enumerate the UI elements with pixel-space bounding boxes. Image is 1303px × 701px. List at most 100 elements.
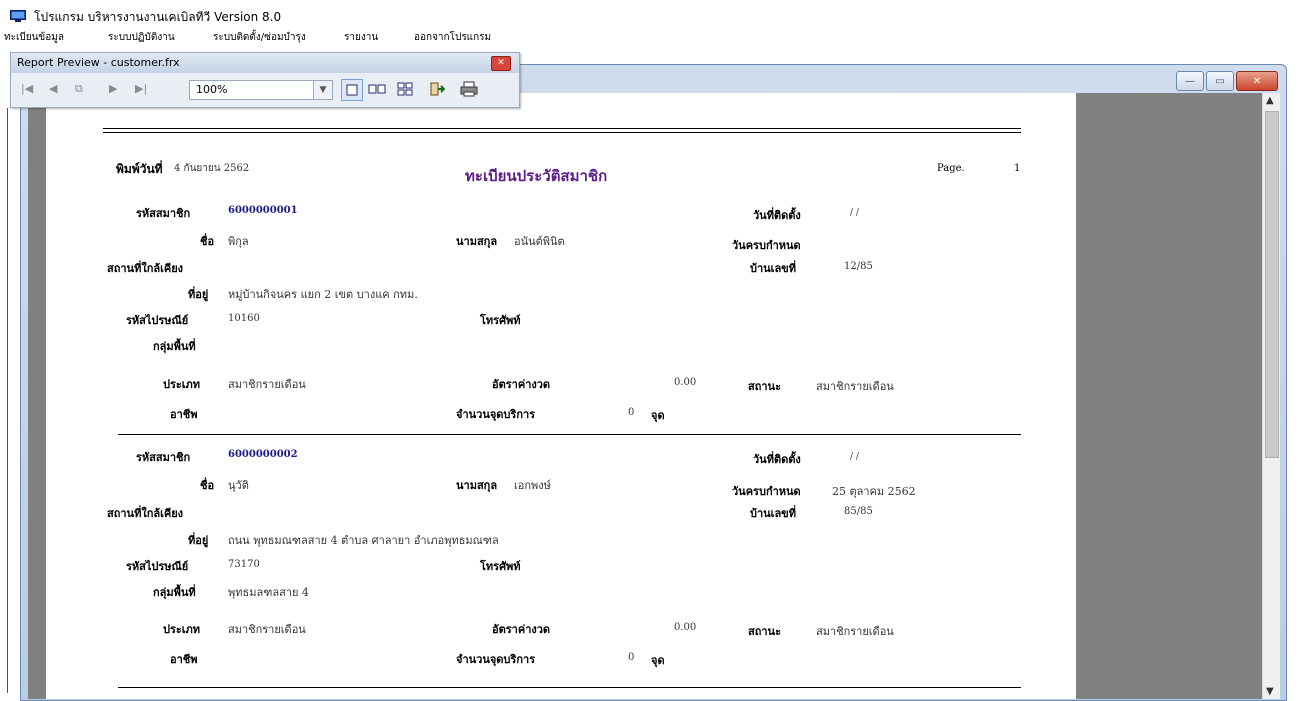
- type-value: สมาชิกรายเดือน: [228, 623, 306, 636]
- last-page-icon[interactable]: ▶|: [135, 82, 147, 95]
- menu-registry[interactable]: ทะเบียนข้อมูล: [4, 30, 64, 45]
- address-value: ถนน พุทธมณฑลสาย 4 ตำบล ศาลายา อำเภอพุทธม…: [228, 534, 499, 547]
- menu-exit[interactable]: ออกจากโปรแกรม: [414, 30, 491, 45]
- nearby-label: สถานที่ใกล้เคียง: [107, 507, 184, 520]
- print-icon[interactable]: [459, 79, 479, 99]
- install-date-value: / /: [850, 452, 859, 462]
- due-date-value: 25 ตุลาคม 2562: [832, 485, 916, 498]
- phone-label: โทรศัพท์: [480, 560, 521, 573]
- goto-page-icon[interactable]: ⧉: [75, 82, 83, 96]
- postcode-value: 10160: [228, 313, 260, 324]
- service-points-value: 0: [628, 407, 635, 418]
- chevron-down-icon[interactable]: ▼: [313, 81, 332, 99]
- points-unit: จุด: [651, 409, 665, 422]
- first-page-icon[interactable]: |◀: [21, 82, 33, 95]
- name-label: ชื่อ: [200, 479, 215, 492]
- app-icon: [10, 10, 26, 22]
- print-date: 4 กันยายน 2562: [174, 163, 250, 174]
- scroll-up-icon[interactable]: ▲: [1266, 95, 1274, 106]
- app-titlebar: โปรแกรม บริหารงานงานเคเบิลทีวี Version 8…: [0, 0, 1303, 28]
- type-label: ประเภท: [163, 378, 201, 391]
- vertical-scrollbar[interactable]: ▲ ▼: [1262, 93, 1280, 699]
- header-rule-bottom: [103, 132, 1021, 133]
- status-label: สถานะ: [748, 625, 781, 638]
- surname-value: อนันต์พินิต: [514, 235, 565, 248]
- window-controls: — ▭ ✕: [1176, 71, 1278, 91]
- installment-rate-value: 0.00: [674, 622, 697, 633]
- postcode-value: 73170: [228, 559, 260, 570]
- scroll-thumb[interactable]: [1265, 111, 1279, 458]
- member-code-label: รหัสสมาชิก: [136, 451, 191, 464]
- member-code-label: รหัสสมาชิก: [136, 207, 191, 220]
- house-no-value: 85/85: [844, 506, 873, 517]
- nearby-label: สถานที่ใกล้เคียง: [107, 262, 184, 275]
- menu-operations[interactable]: ระบบปฏิบัติงาน: [108, 30, 175, 45]
- occupation-label: อาชีพ: [170, 653, 198, 666]
- close-icon: ✕: [1252, 75, 1262, 87]
- address-label: ที่อยู่: [188, 534, 209, 547]
- header-rule-top: [103, 128, 1021, 129]
- toolbar-titlebar: Report Preview - customer.frx ✕: [11, 53, 519, 73]
- close-icon: ✕: [497, 58, 505, 68]
- postcode-label: รหัสไปรษณีย์: [126, 314, 189, 327]
- two-pages-icon[interactable]: [367, 79, 387, 99]
- installment-rate-label: อัตราค่างวด: [492, 378, 551, 391]
- four-pages-icon[interactable]: [395, 79, 415, 99]
- name-value: พิกุล: [228, 235, 249, 248]
- report-title: ทะเบียนประวัติสมาชิก: [465, 167, 608, 185]
- points-unit: จุด: [651, 654, 665, 667]
- page-label: Page.: [937, 163, 965, 174]
- name-value: นุวัติ: [228, 479, 249, 492]
- menubar: ทะเบียนข้อมูล ระบบปฏิบัติงาน ระบบติดตั้ง…: [0, 28, 1303, 46]
- report-page: พิมพ์วันที่ 4 กันยายน 2562 ทะเบียนประวัต…: [46, 93, 1076, 699]
- area-group-label: กลุ่มพื้นที่: [153, 340, 196, 353]
- toolbar-title: Report Preview - customer.frx: [17, 56, 180, 69]
- service-points-label: จำนวนจุดบริการ: [456, 653, 536, 666]
- address-label: ที่อยู่: [188, 288, 209, 301]
- type-value: สมาชิกรายเดือน: [228, 378, 306, 391]
- left-edge-line: [7, 108, 13, 693]
- surname-value: เอกพงษ์: [514, 479, 551, 492]
- minimize-button[interactable]: —: [1176, 71, 1204, 91]
- install-date-label: วันที่ติดตั้ง: [753, 453, 801, 466]
- minimize-icon: —: [1185, 75, 1195, 87]
- area-group-label: กลุ่มพื้นที่: [153, 586, 196, 599]
- close-button[interactable]: ✕: [1236, 71, 1278, 91]
- occupation-label: อาชีพ: [170, 408, 198, 421]
- menu-install[interactable]: ระบบติดตั้ง/ซ่อมบำรุง: [213, 30, 306, 45]
- postcode-label: รหัสไปรษณีย์: [126, 560, 189, 573]
- installment-rate-value: 0.00: [674, 377, 697, 388]
- address-value: หมู่บ้านกิจนคร แยก 2 เขต บางแค กทม.: [228, 288, 418, 301]
- page-number: 1: [1014, 163, 1021, 174]
- print-date-label: พิมพ์วันที่: [116, 162, 163, 176]
- status-value: สมาชิกรายเดือน: [816, 380, 894, 393]
- service-points-label: จำนวนจุดบริการ: [456, 408, 536, 421]
- service-points-value: 0: [628, 652, 635, 663]
- surname-label: นามสกุล: [456, 479, 498, 492]
- member-code-value: 6000000001: [228, 205, 298, 216]
- record-divider: [118, 687, 1021, 688]
- due-date-label: วันครบกำหนด: [732, 485, 801, 498]
- close-preview-icon[interactable]: [427, 79, 447, 99]
- install-date-label: วันที่ติดตั้ง: [753, 209, 801, 222]
- menu-reports[interactable]: รายงาน: [344, 30, 378, 45]
- install-date-value: / /: [850, 208, 859, 218]
- scroll-down-icon[interactable]: ▼: [1266, 686, 1274, 697]
- next-page-icon[interactable]: ▶: [109, 82, 117, 95]
- restore-button[interactable]: ▭: [1206, 71, 1234, 91]
- report-preview-toolbar: Report Preview - customer.frx ✕ |◀ ◀ ⧉ ▶…: [10, 52, 520, 108]
- due-date-label: วันครบกำหนด: [732, 239, 801, 252]
- area-group-value: พุทธมลฑลสาย 4: [228, 586, 309, 599]
- zoom-select[interactable]: 100% ▼: [189, 80, 333, 100]
- app-title: โปรแกรม บริหารงานงานเคเบิลทีวี Version 8…: [34, 10, 282, 24]
- prev-page-icon[interactable]: ◀: [49, 82, 57, 95]
- installment-rate-label: อัตราค่างวด: [492, 623, 551, 636]
- zoom-value: 100%: [196, 83, 228, 96]
- type-label: ประเภท: [163, 623, 201, 636]
- restore-icon: ▭: [1215, 75, 1225, 87]
- house-no-label: บ้านเลขที่: [750, 507, 796, 520]
- status-label: สถานะ: [748, 380, 781, 393]
- one-page-icon[interactable]: [341, 79, 363, 101]
- surname-label: นามสกุล: [456, 235, 498, 248]
- toolbar-close-button[interactable]: ✕: [491, 56, 511, 71]
